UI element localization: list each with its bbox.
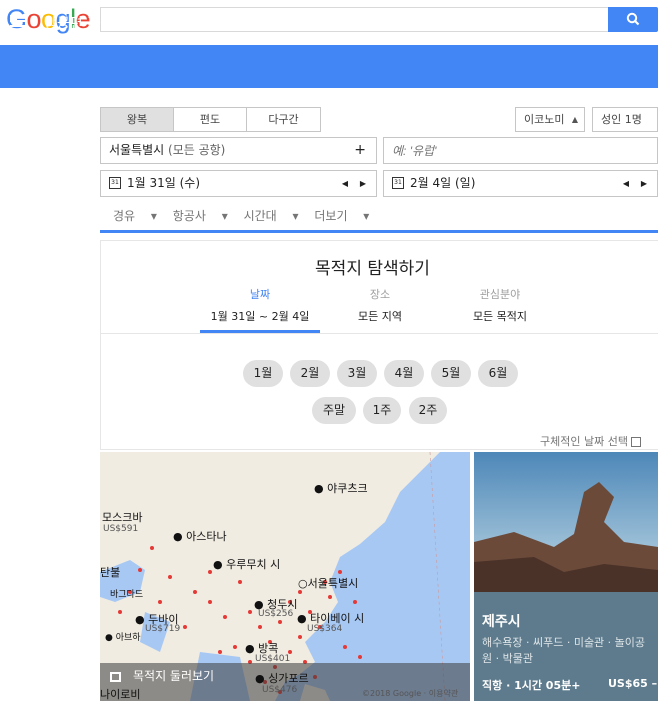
divider [100,230,658,233]
destination-price: US$65 – [608,677,658,690]
add-origin-button[interactable]: + [354,138,366,163]
search-icon [626,12,640,26]
updown-icon: ▲ [571,115,578,124]
divider [100,333,658,334]
map-icon [110,671,121,682]
filter-more[interactable]: 더보기 ▾ [314,209,369,223]
depart-date-field[interactable]: 31 1월 31일 (수) ◀ ▶ [100,170,377,197]
tab-value: 모든 목적지 [472,310,528,323]
duration-chip[interactable]: 주말 [312,397,356,424]
cabin-select[interactable]: 이코노미 ▲ [515,107,585,132]
map-city-price: US$476 [262,685,298,695]
duration-chip[interactable]: 2주 [409,397,447,424]
depart-date: 1월 31일 (수) [127,176,201,190]
explore-map-button[interactable]: 목적지 둘러보기 [110,667,214,684]
tab-label: 날짜 [249,288,271,301]
destination-field[interactable] [383,137,658,164]
map-city-label[interactable]: 바그다드 [110,587,143,600]
trip-type-multicity[interactable]: 다구간 [246,107,321,132]
specific-date-link[interactable]: 구체적인 날짜 선택 [540,433,642,449]
month-chip[interactable]: 1월 [243,360,283,387]
map-city-price: US$591 [103,524,139,534]
map-city-label[interactable]: 탄불 [100,564,120,580]
origin-field[interactable]: 서울특별시 (모든 공항) + [100,137,377,164]
filter-stops[interactable]: 경유 ▾ [113,209,157,223]
tab-places[interactable]: 장소 모든 지역 [330,286,430,324]
map-credit: ©2018 Google · 이용약관 [362,689,459,698]
search-input[interactable] [100,7,608,32]
tab-value: 1월 31일 ~ 2월 4일 [210,310,310,323]
return-date-field[interactable]: 31 2월 4일 (일) ◀ ▶ [383,170,658,197]
map-city-label[interactable]: ● 싱가포르 [255,670,309,686]
duration-chip[interactable]: 1주 [363,397,401,424]
map-city-price: US$256 [258,609,294,619]
calendar-icon: 31 [109,176,121,189]
calendar-icon [631,437,642,447]
explore-title: 목적지 탐색하기 [315,259,430,279]
map-city-price: US$719 [145,624,181,634]
destination-name: 제주시 [482,614,521,630]
filter-airlines[interactable]: 항공사 ▾ [173,209,228,223]
month-chip[interactable]: 2월 [290,360,330,387]
map-city-label[interactable]: ● 우루무치 시 [213,556,280,572]
month-chip[interactable]: 6월 [478,360,518,387]
map-city-label[interactable]: 나이로비 [100,686,140,702]
filter-times[interactable]: 시간대 ▾ [244,209,299,223]
destination-flight-info: 직항 · 1시간 05분+ [482,679,581,692]
tab-value: 모든 지역 [358,310,402,323]
map-city-label[interactable]: ● 야쿠츠크 [314,480,368,496]
month-chip[interactable]: 5월 [431,360,471,387]
map-city-label[interactable]: ○서울특별시 [298,575,358,591]
map-city-price: US$364 [307,624,343,634]
menu-icon[interactable] [10,15,26,27]
tab-label: 관심분야 [479,288,521,301]
map-city-label[interactable]: ● 아브하 [105,630,141,643]
passengers-select[interactable]: 성인 1명 [592,107,658,132]
month-chip[interactable]: 3월 [337,360,377,387]
next-day-button[interactable]: ▶ [641,171,647,196]
month-chip[interactable]: 4월 [384,360,424,387]
next-day-button[interactable]: ▶ [360,171,366,196]
prev-day-button[interactable]: ◀ [342,171,348,196]
calendar-icon: 31 [392,176,404,189]
app-bar [0,45,658,88]
return-date: 2월 4일 (일) [410,176,476,190]
passengers-value: 성인 1명 [601,113,642,126]
filter-bar: 경유 ▾ 항공사 ▾ 시간대 ▾ 더보기 ▾ [113,207,381,224]
tab-label: 장소 [369,288,391,301]
map-city-label[interactable]: ● 아스타나 [173,528,227,544]
trip-type-oneway[interactable]: 편도 [173,107,247,132]
tab-dates[interactable]: 날짜 1월 31일 ~ 2월 4일 [200,286,320,324]
map-city-label[interactable]: 모스크바 [102,509,142,525]
page-title: 항공편 검색 [44,16,113,32]
origin-suffix: (모든 공항) [164,143,226,157]
search-button[interactable] [608,7,658,32]
origin-city: 서울특별시 [109,143,165,157]
tab-interests[interactable]: 관심분야 모든 목적지 [450,286,550,324]
cabin-value: 이코노미 [524,113,565,126]
trip-type-roundtrip[interactable]: 왕복 [100,107,174,132]
prev-day-button[interactable]: ◀ [623,171,629,196]
destination-tags: 해수욕장 · 씨푸드 · 미술관 · 놀이공원 · 박물관 [482,636,646,665]
